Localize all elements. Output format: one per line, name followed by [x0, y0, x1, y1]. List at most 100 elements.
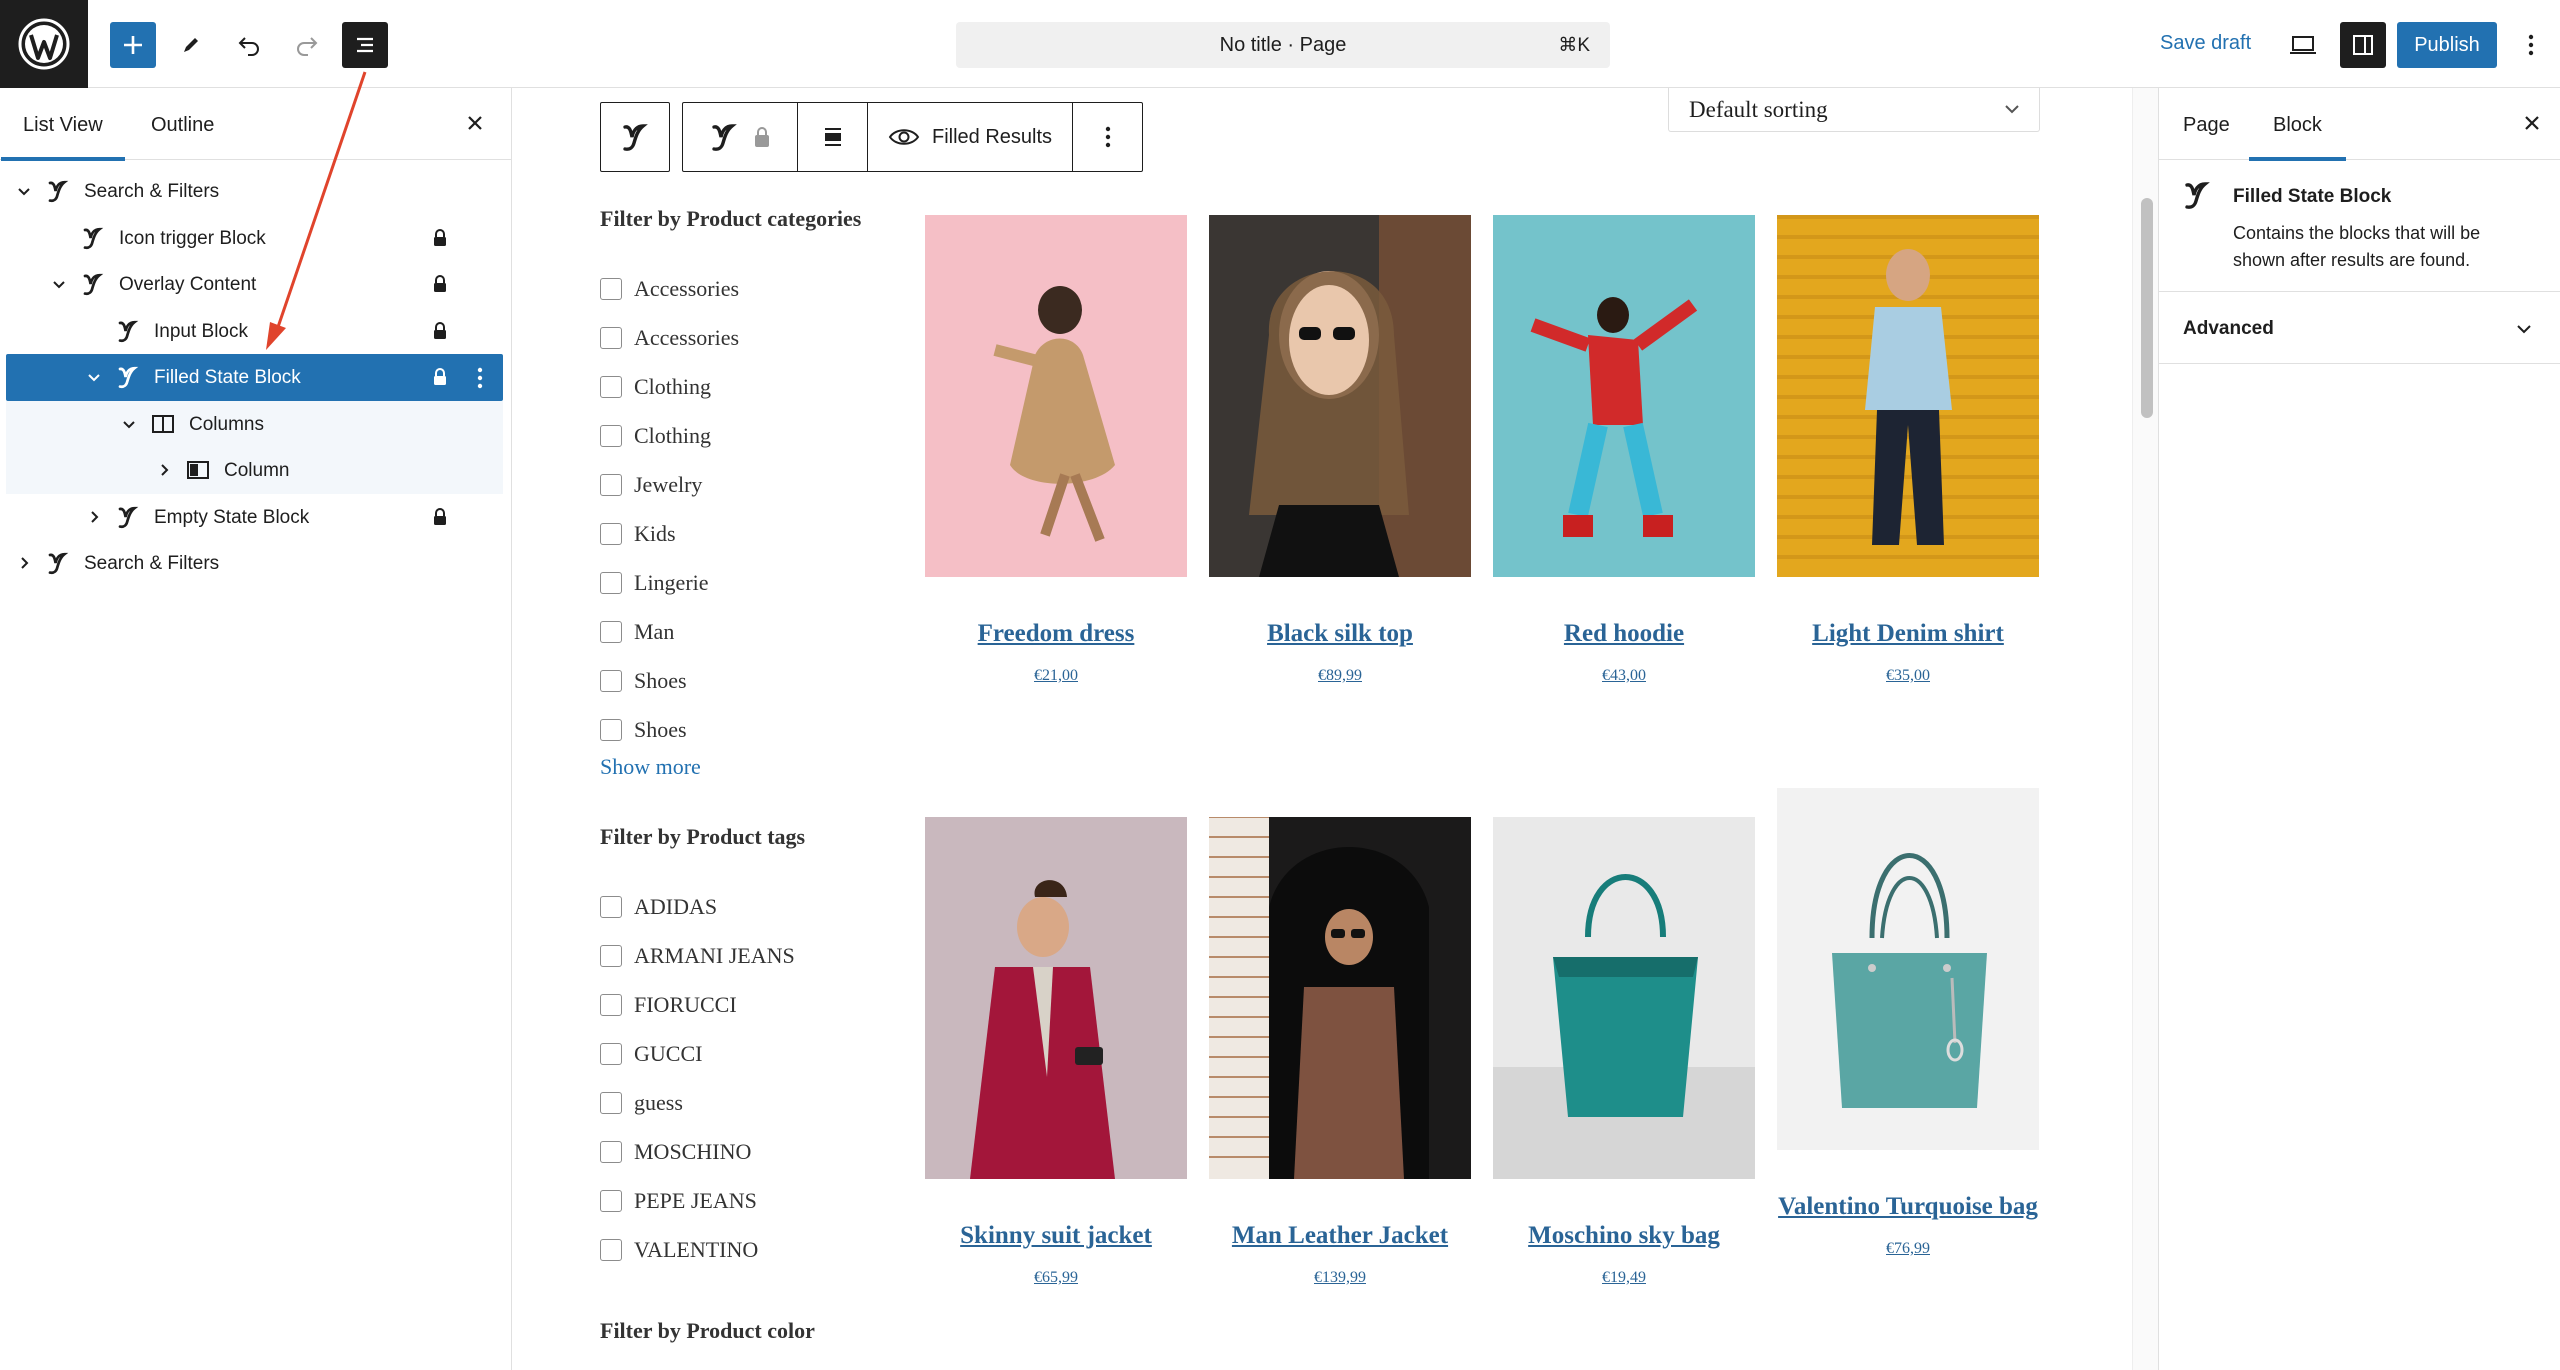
checkbox[interactable] [600, 1092, 622, 1114]
product-card[interactable]: Light Denim shirt €35,00 [1777, 215, 2039, 685]
product-card[interactable]: Black silk top €89,99 [1209, 215, 1471, 685]
chevron-down-icon[interactable] [51, 276, 67, 292]
list-view-item[interactable]: Icon trigger Block [6, 215, 503, 262]
category-filter-option[interactable]: Lingerie [600, 570, 709, 596]
list-view-item[interactable]: Columns [6, 400, 503, 447]
tab-page[interactable]: Page [2183, 114, 2230, 137]
select-parent-button[interactable] [601, 103, 669, 171]
checkbox[interactable] [600, 474, 622, 496]
product-title-link[interactable]: Red hoodie [1493, 619, 1755, 649]
category-filter-option[interactable]: Kids [600, 521, 676, 547]
block-options-button[interactable] [1072, 103, 1142, 171]
settings-button[interactable] [2340, 22, 2386, 68]
align-button[interactable] [797, 103, 867, 171]
product-title-link[interactable]: Freedom dress [925, 619, 1187, 649]
tag-filter-option[interactable]: guess [600, 1090, 683, 1116]
list-view-item[interactable]: Empty State Block [6, 494, 503, 541]
product-card[interactable]: Moschino sky bag €19,49 [1493, 817, 1755, 1287]
product-image[interactable] [1493, 215, 1755, 577]
list-view-item[interactable]: Input Block [6, 308, 503, 355]
show-more-link[interactable]: Show more [600, 754, 701, 780]
product-price[interactable]: €21,00 [925, 667, 1187, 685]
tag-filter-option[interactable]: ADIDAS [600, 894, 717, 920]
product-price[interactable]: €35,00 [1777, 667, 2039, 685]
category-filter-option[interactable]: Clothing [600, 374, 711, 400]
wordpress-logo-icon[interactable] [0, 0, 88, 88]
product-title-link[interactable]: Valentino Turquoise bag [1777, 1192, 2039, 1222]
checkbox[interactable] [600, 1043, 622, 1065]
category-filter-option[interactable]: Accessories [600, 325, 739, 351]
scrollbar-thumb[interactable] [2141, 198, 2153, 418]
product-title-link[interactable]: Man Leather Jacket [1209, 1221, 1471, 1251]
canvas-scrollbar[interactable] [2132, 88, 2158, 1370]
add-block-button[interactable] [110, 22, 156, 68]
checkbox[interactable] [600, 376, 622, 398]
filled-results-toggle[interactable]: Filled Results [867, 103, 1072, 171]
redo-button[interactable] [284, 22, 330, 68]
checkbox[interactable] [600, 719, 622, 741]
list-view-item[interactable]: Column [6, 447, 503, 494]
product-card[interactable]: Red hoodie €43,00 [1493, 215, 1755, 685]
tab-outline[interactable]: Outline [151, 114, 214, 137]
product-price[interactable]: €43,00 [1493, 667, 1755, 685]
tag-filter-option[interactable]: FIORUCCI [600, 992, 737, 1018]
tag-filter-option[interactable]: GUCCI [600, 1041, 702, 1067]
list-view-item[interactable]: Overlay Content [6, 261, 503, 308]
advanced-panel-toggle[interactable]: Advanced [2159, 292, 2560, 364]
chevron-down-icon[interactable] [121, 416, 137, 432]
checkbox[interactable] [600, 278, 622, 300]
product-image[interactable] [1777, 788, 2039, 1150]
product-price[interactable]: €19,49 [1493, 1269, 1755, 1287]
publish-button[interactable]: Publish [2397, 22, 2497, 68]
checkbox[interactable] [600, 523, 622, 545]
product-title-link[interactable]: Black silk top [1209, 619, 1471, 649]
checkbox[interactable] [600, 896, 622, 918]
tools-button[interactable] [168, 22, 214, 68]
category-filter-option[interactable]: Man [600, 619, 674, 645]
checkbox[interactable] [600, 1239, 622, 1261]
chevron-right-icon[interactable] [16, 555, 32, 571]
product-image[interactable] [1209, 215, 1471, 577]
product-image[interactable] [1209, 817, 1471, 1179]
category-filter-option[interactable]: Jewelry [600, 472, 702, 498]
category-filter-option[interactable]: Clothing [600, 423, 711, 449]
product-card[interactable]: Man Leather Jacket €139,99 [1209, 817, 1471, 1287]
tag-filter-option[interactable]: VALENTINO [600, 1237, 758, 1263]
product-price[interactable]: €65,99 [925, 1269, 1187, 1287]
product-image[interactable] [925, 817, 1187, 1179]
product-title-link[interactable]: Moschino sky bag [1493, 1221, 1755, 1251]
tag-filter-option[interactable]: MOSCHINO [600, 1139, 751, 1165]
checkbox[interactable] [600, 1141, 622, 1163]
sorting-select[interactable]: Default sorting [1668, 88, 2040, 132]
block-type-button[interactable] [683, 103, 797, 171]
list-view-item[interactable]: Search & Filters [6, 540, 503, 587]
product-title-link[interactable]: Light Denim shirt [1777, 619, 2039, 649]
product-card[interactable]: Valentino Turquoise bag €76,99 [1777, 788, 2039, 1258]
save-draft-button[interactable]: Save draft [2160, 32, 2251, 55]
chevron-right-icon[interactable] [86, 509, 102, 525]
preview-button[interactable] [2280, 22, 2326, 68]
checkbox[interactable] [600, 425, 622, 447]
product-title-link[interactable]: Skinny suit jacket [925, 1221, 1187, 1251]
tab-list-view[interactable]: List View [1, 114, 125, 161]
checkbox[interactable] [600, 1190, 622, 1212]
product-card[interactable]: Skinny suit jacket €65,99 [925, 817, 1187, 1287]
close-icon[interactable] [2519, 110, 2545, 136]
list-view-item[interactable]: Filled State Block [6, 354, 503, 401]
chevron-right-icon[interactable] [156, 462, 172, 478]
checkbox[interactable] [600, 621, 622, 643]
close-icon[interactable] [462, 110, 488, 136]
product-price[interactable]: €139,99 [1209, 1269, 1471, 1287]
checkbox[interactable] [600, 670, 622, 692]
undo-button[interactable] [226, 22, 272, 68]
more-vertical-icon[interactable] [476, 366, 484, 390]
tab-block[interactable]: Block [2249, 114, 2346, 161]
tag-filter-option[interactable]: ARMANI JEANS [600, 943, 795, 969]
chevron-down-icon[interactable] [16, 183, 32, 199]
command-palette-bar[interactable]: No title · Page ⌘K [956, 22, 1610, 68]
chevron-down-icon[interactable] [86, 369, 102, 385]
category-filter-option[interactable]: Accessories [600, 276, 739, 302]
category-filter-option[interactable]: Shoes [600, 668, 687, 694]
category-filter-option[interactable]: Shoes [600, 717, 687, 743]
product-image[interactable] [1777, 215, 2039, 577]
